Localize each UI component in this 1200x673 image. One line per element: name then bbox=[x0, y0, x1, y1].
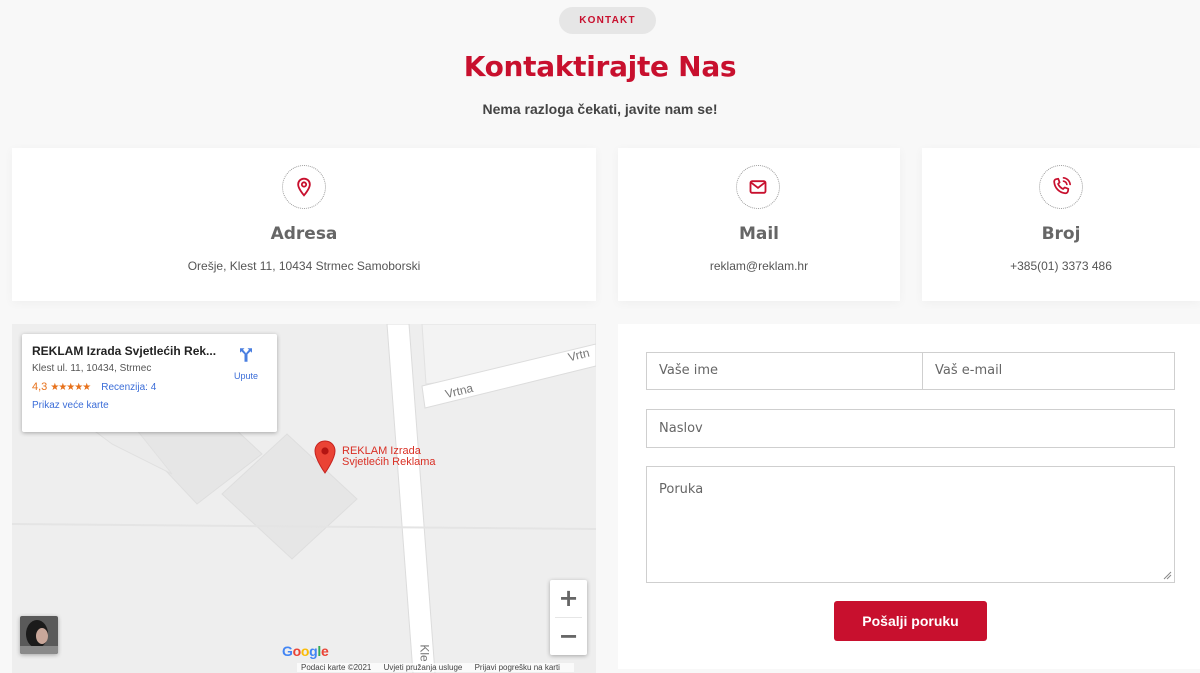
google-logo: Google bbox=[282, 643, 329, 659]
page-title: Kontaktirajte Nas bbox=[463, 50, 737, 83]
address-card: Adresa Orešje, Klest 11, 10434 Strmec Sa… bbox=[12, 148, 596, 301]
name-placeholder: Vaše ime bbox=[659, 363, 719, 378]
place-rating: 4,3 ★★★★★ Recenzija: 4 bbox=[32, 381, 267, 393]
page-subtitle: Nema razloga čekati, javite nam se! bbox=[482, 101, 718, 117]
location-pin-icon bbox=[282, 165, 326, 209]
street-view-icon bbox=[20, 616, 58, 654]
google-map[interactable]: Vrtna Vrtn Kle REKLAM Izrada Svjetlećih … bbox=[12, 324, 596, 673]
zoom-in-button[interactable]: + bbox=[550, 580, 587, 617]
zoom-out-button[interactable]: − bbox=[550, 618, 587, 655]
mail-value[interactable]: reklam@reklam.hr bbox=[618, 259, 900, 273]
rating-value: 4,3 bbox=[32, 381, 48, 393]
send-message-button[interactable]: Pošalji poruku bbox=[834, 601, 987, 641]
place-name: REKLAM Izrada Svjetlećih Rek... bbox=[32, 344, 217, 358]
directions-icon bbox=[240, 348, 252, 362]
map-footer: Podaci karte ©2021 Uvjeti pružanja uslug… bbox=[297, 663, 574, 672]
larger-map-link[interactable]: Prikaz veće karte bbox=[32, 400, 109, 411]
phone-card: Broj +385(01) 3373 486 bbox=[922, 148, 1200, 301]
phone-value[interactable]: +385(01) 3373 486 bbox=[922, 259, 1200, 273]
map-place-card: REKLAM Izrada Svjetlećih Rek... Klest ul… bbox=[22, 334, 277, 432]
section-badge: KONTAKT bbox=[559, 7, 656, 34]
map-marker-label: REKLAM Izrada Svjetlećih Reklama bbox=[342, 446, 436, 468]
subject-field[interactable]: Naslov bbox=[646, 409, 1175, 448]
directions-label: Upute bbox=[233, 371, 259, 381]
zoom-controls: + − bbox=[550, 580, 587, 655]
contact-form: Vaše ime Vaš e-mail Naslov Poruka Pošalj… bbox=[618, 324, 1200, 669]
mail-card: Mail reklam@reklam.hr bbox=[618, 148, 900, 301]
address-value: Orešje, Klest 11, 10434 Strmec Samoborsk… bbox=[187, 259, 421, 273]
subject-placeholder: Naslov bbox=[659, 421, 703, 436]
map-data-attribution: Podaci karte ©2021 bbox=[301, 663, 372, 672]
reviews-link[interactable]: Recenzija: 4 bbox=[101, 382, 156, 393]
mail-title: Mail bbox=[738, 224, 780, 244]
marker-label-line2: Svjetlećih Reklama bbox=[342, 456, 436, 468]
address-title: Adresa bbox=[270, 224, 338, 244]
name-field[interactable]: Vaše ime bbox=[646, 352, 928, 390]
email-placeholder: Vaš e-mail bbox=[935, 363, 1003, 378]
message-field[interactable]: Poruka bbox=[646, 466, 1175, 583]
map-terms-link[interactable]: Uvjeti pružanja usluge bbox=[384, 663, 463, 672]
resize-grip-icon[interactable] bbox=[1163, 571, 1172, 580]
street-label-kle: Kle bbox=[417, 644, 432, 662]
mail-icon bbox=[736, 165, 780, 209]
rating-stars: ★★★★★ bbox=[50, 382, 91, 393]
message-placeholder: Poruka bbox=[659, 482, 704, 497]
phone-icon bbox=[1039, 165, 1083, 209]
email-field[interactable]: Vaš e-mail bbox=[922, 352, 1175, 390]
street-view-thumbnail[interactable] bbox=[20, 616, 58, 654]
map-report-link[interactable]: Prijavi pogrešku na karti bbox=[475, 663, 560, 672]
directions-button[interactable]: Upute bbox=[229, 346, 263, 381]
phone-title: Broj bbox=[1041, 224, 1081, 244]
section-header: KONTAKT Kontaktirajte Nas Nema razloga č… bbox=[0, 0, 1200, 140]
map-marker-icon[interactable] bbox=[314, 440, 336, 479]
